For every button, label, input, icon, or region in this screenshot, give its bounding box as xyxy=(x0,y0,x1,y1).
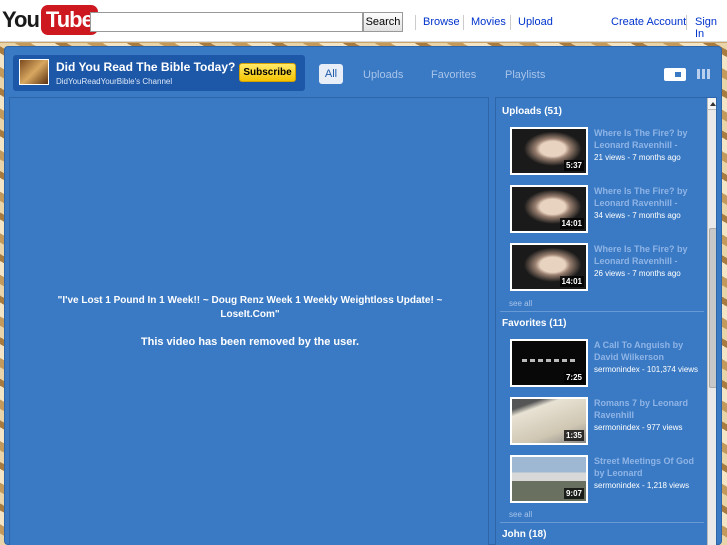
favorites-section-title[interactable]: Favorites (11) xyxy=(502,318,566,329)
video-thumbnail[interactable]: 5:37 xyxy=(510,127,588,175)
nav-divider xyxy=(415,15,416,30)
video-title[interactable]: A Call To Anguish by David Wilkerson xyxy=(594,339,706,363)
search-input[interactable] xyxy=(90,12,363,32)
grid-view-icon[interactable] xyxy=(697,69,711,79)
favorites-see-all-link[interactable]: see all xyxy=(509,510,532,519)
player-view-icon[interactable] xyxy=(664,68,686,81)
tab-all[interactable]: All xyxy=(319,64,343,84)
video-thumbnail[interactable]: 9:07 xyxy=(510,455,588,503)
video-meta: sermonindex - 101,374 views xyxy=(594,365,699,374)
channel-container: Did You Read The Bible Today? DidYouRead… xyxy=(4,46,722,545)
list-item[interactable]: 5:37 Where Is The Fire? by Leonard Raven… xyxy=(510,127,706,179)
video-meta: 21 views - 7 months ago xyxy=(594,153,681,162)
video-title[interactable]: Street Meetings Of God by Leonard xyxy=(594,455,706,479)
tab-uploads[interactable]: Uploads xyxy=(363,69,403,81)
video-title[interactable]: Where Is The Fire? by Leonard Ravenhill … xyxy=(594,185,706,209)
create-account-link[interactable]: Create Account xyxy=(611,16,686,28)
removed-video-title: "I've Lost 1 Pound In 1 Week!! ~ Doug Re… xyxy=(57,295,443,320)
video-sidebar: Uploads (51) 5:37 Where Is The Fire? by … xyxy=(495,97,717,545)
scroll-up-arrow-icon[interactable] xyxy=(708,98,716,110)
video-thumbnail[interactable]: 1:35 xyxy=(510,397,588,445)
video-title[interactable]: Where Is The Fire? by Leonard Ravenhill … xyxy=(594,243,706,267)
subscribe-button[interactable]: Subscribe xyxy=(239,63,296,82)
playlist-section-title[interactable]: John (18) xyxy=(502,529,546,540)
sidebar-scrollbar[interactable] xyxy=(707,98,716,545)
video-duration: 14:01 xyxy=(559,218,584,229)
video-duration: 9:07 xyxy=(563,488,584,499)
logo-you-text: You xyxy=(2,7,40,32)
video-meta: sermonindex - 977 views xyxy=(594,423,683,432)
scrollbar-thumb[interactable] xyxy=(709,228,716,388)
list-item[interactable]: 9:07 Street Meetings Of God by Leonard s… xyxy=(510,455,706,507)
section-divider xyxy=(500,311,704,312)
channel-avatar[interactable] xyxy=(19,59,49,85)
video-duration: 5:37 xyxy=(563,160,584,171)
tab-favorites[interactable]: Favorites xyxy=(431,69,476,81)
video-duration: 1:35 xyxy=(563,430,584,441)
video-player[interactable]: "I've Lost 1 Pound In 1 Week!! ~ Doug Re… xyxy=(9,97,489,545)
list-item[interactable]: 14:01 Where Is The Fire? by Leonard Rave… xyxy=(510,243,706,295)
nav-divider xyxy=(510,15,511,30)
video-thumbnail[interactable]: 14:01 xyxy=(510,185,588,233)
section-divider xyxy=(500,522,704,523)
channel-subtitle: DidYouReadYourBible's Channel xyxy=(56,77,173,86)
list-item[interactable]: 14:01 Where Is The Fire? by Leonard Rave… xyxy=(510,185,706,237)
video-thumbnail[interactable]: 14:01 xyxy=(510,243,588,291)
list-item[interactable]: 7:25 A Call To Anguish by David Wilkerso… xyxy=(510,339,706,391)
video-title[interactable]: Romans 7 by Leonard Ravenhill xyxy=(594,397,706,421)
channel-title[interactable]: Did You Read The Bible Today? xyxy=(56,60,235,74)
video-thumbnail[interactable]: 7:25 xyxy=(510,339,588,387)
top-bar: You Tube Search Browse Movies Upload Cre… xyxy=(0,0,727,42)
video-title[interactable]: Where Is The Fire? by Leonard Ravenhill … xyxy=(594,127,706,151)
list-item[interactable]: 1:35 Romans 7 by Leonard Ravenhill sermo… xyxy=(510,397,706,449)
nav-divider xyxy=(463,15,464,30)
channel-info-box: Did You Read The Bible Today? DidYouRead… xyxy=(13,55,305,91)
uploads-section-title[interactable]: Uploads (51) xyxy=(502,106,562,117)
nav-movies-link[interactable]: Movies xyxy=(471,16,506,28)
nav-upload-link[interactable]: Upload xyxy=(518,16,553,28)
youtube-logo[interactable]: You Tube xyxy=(2,5,98,35)
nav-divider xyxy=(686,15,687,30)
video-meta: 34 views - 7 months ago xyxy=(594,211,681,220)
tab-playlists[interactable]: Playlists xyxy=(505,69,545,81)
video-meta: sermonindex - 1,218 views xyxy=(594,481,690,490)
video-meta: 26 views - 7 months ago xyxy=(594,269,681,278)
sign-in-link[interactable]: Sign In xyxy=(695,16,727,40)
video-duration: 7:25 xyxy=(563,372,584,383)
channel-header: Did You Read The Bible Today? DidYouRead… xyxy=(9,51,717,91)
nav-browse-link[interactable]: Browse xyxy=(423,16,460,28)
removed-video-message: This video has been removed by the user. xyxy=(140,336,360,348)
search-button[interactable]: Search xyxy=(363,12,403,32)
uploads-see-all-link[interactable]: see all xyxy=(509,299,532,308)
video-duration: 14:01 xyxy=(559,276,584,287)
